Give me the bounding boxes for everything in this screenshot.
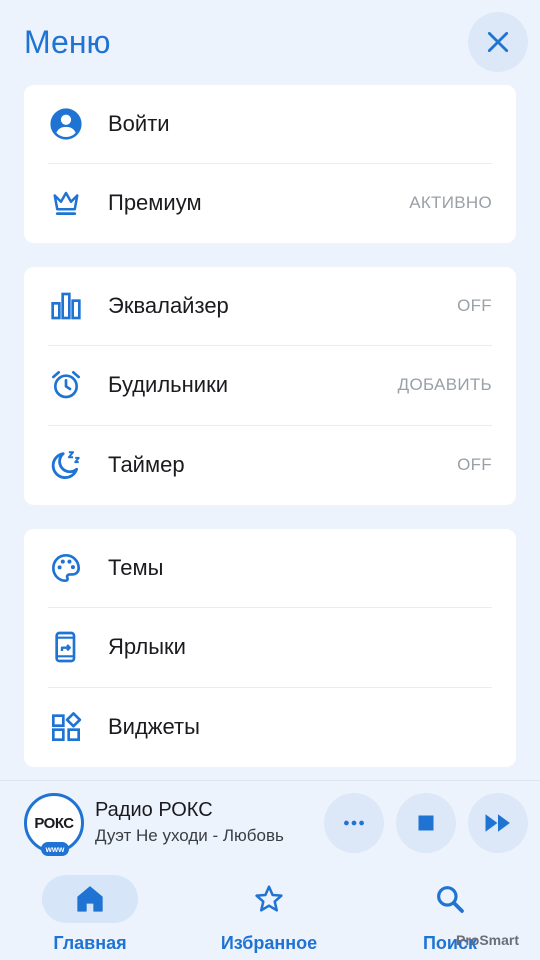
menu-item-alarms[interactable]: Будильники ДОБАВИТЬ bbox=[24, 345, 516, 425]
star-outline-icon bbox=[255, 885, 283, 912]
menu-item-label: Премиум bbox=[108, 190, 202, 215]
menu-item-label: Темы bbox=[108, 555, 164, 580]
menu-item-label: Эквалайзер bbox=[108, 293, 229, 318]
menu-item-label: Таймер bbox=[108, 452, 185, 477]
search-icon bbox=[437, 886, 464, 913]
alarm-clock-icon bbox=[48, 367, 84, 403]
mini-player[interactable]: РОКС www Радио РОКС Дуэт Не уходи - Любо… bbox=[0, 780, 540, 866]
tab-home-indicator bbox=[42, 875, 138, 923]
menu-item-label: Виджеты bbox=[108, 714, 200, 739]
crown-icon bbox=[48, 185, 84, 221]
tab-label: Избранное bbox=[220, 933, 318, 953]
tab-home[interactable]: Главная bbox=[30, 866, 150, 960]
appearance-card: Темы Ярлыки Виджеты bbox=[24, 529, 516, 767]
station-name: Радио РОКС bbox=[95, 799, 213, 821]
close-icon bbox=[487, 31, 509, 53]
tab-label: Главная bbox=[53, 933, 127, 953]
tools-card: Эквалайзер OFF Будильники ДОБАВИТЬ Тайме… bbox=[24, 267, 516, 505]
home-icon bbox=[77, 886, 103, 912]
shortcut-phone-icon bbox=[48, 629, 84, 665]
station-logo: РОКС www bbox=[24, 793, 84, 856]
palette-icon bbox=[48, 550, 84, 586]
menu-item-equalizer[interactable]: Эквалайзер OFF bbox=[24, 267, 516, 345]
equalizer-icon bbox=[48, 288, 84, 324]
watermark-part2: Smart bbox=[479, 932, 520, 948]
close-button[interactable] bbox=[468, 12, 528, 72]
page-title: Меню bbox=[24, 24, 111, 60]
menu-item-themes[interactable]: Темы bbox=[24, 529, 516, 607]
menu-item-label: Ярлыки bbox=[108, 634, 186, 659]
menu-item-label: Будильники bbox=[108, 372, 229, 397]
next-button[interactable] bbox=[468, 793, 528, 853]
equalizer-status: OFF bbox=[457, 296, 492, 315]
timer-status: OFF bbox=[457, 455, 492, 474]
menu-item-label: Войти bbox=[108, 111, 170, 136]
station-logo-text: РОКС bbox=[34, 814, 74, 832]
menu-item-shortcuts[interactable]: Ярлыки bbox=[24, 607, 516, 687]
widgets-icon bbox=[48, 709, 84, 745]
fast-forward-icon bbox=[485, 814, 510, 832]
more-horizontal-icon bbox=[344, 820, 364, 826]
menu-item-widgets[interactable]: Виджеты bbox=[24, 687, 516, 767]
premium-status: АКТИВНО bbox=[409, 193, 492, 212]
menu-item-premium[interactable]: Премиум АКТИВНО bbox=[24, 163, 516, 243]
menu-item-login[interactable]: Войти bbox=[24, 85, 516, 163]
account-card: Войти Премиум АКТИВНО bbox=[24, 85, 516, 243]
menu-item-timer[interactable]: Таймер OFF bbox=[24, 425, 516, 505]
account-circle-icon bbox=[48, 106, 84, 142]
tab-favorites-indicator bbox=[221, 875, 317, 923]
tab-search-indicator bbox=[402, 875, 498, 923]
sleep-timer-icon bbox=[48, 447, 84, 483]
track-title: Дуэт Не уходи - Любовь bbox=[95, 826, 284, 845]
menu-header: Меню bbox=[0, 0, 540, 86]
stop-button[interactable] bbox=[396, 793, 456, 853]
tab-favorites[interactable]: Избранное bbox=[209, 866, 329, 960]
add-alarm-action: ДОБАВИТЬ bbox=[397, 375, 492, 394]
watermark: ProSmart bbox=[456, 932, 519, 948]
watermark-part1: Pro bbox=[456, 932, 480, 948]
station-logo-badge: www bbox=[41, 842, 69, 856]
stop-icon bbox=[418, 815, 434, 831]
more-options-button[interactable] bbox=[324, 793, 384, 853]
